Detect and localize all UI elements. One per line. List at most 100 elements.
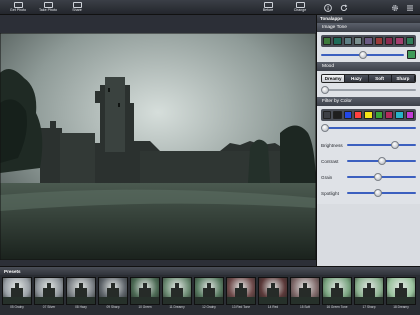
mood-option-dreamy[interactable]: Dreamy (322, 75, 346, 82)
color-swatch[interactable] (384, 37, 394, 45)
preset-item[interactable]: 17 Sharp (354, 277, 384, 311)
slider-knob[interactable] (321, 124, 329, 132)
share-label: Share (72, 8, 82, 12)
color-swatch[interactable] (405, 37, 414, 45)
top-toolbar: Get Photo Take Photo Share Before Change (0, 0, 420, 15)
slider-knob[interactable] (321, 86, 329, 94)
preset-item[interactable]: 09 Sharp (98, 277, 128, 311)
color-swatch[interactable] (343, 111, 352, 119)
preset-item[interactable]: 18 Dreamy (386, 277, 416, 311)
mood-segmented-control: Dreamy Hazy Soft Sharp (321, 74, 416, 83)
preset-strip: 05 Grainy 07 Silver 08 Hazy 09 Sharp 10 Gree… (0, 275, 420, 313)
mood-option-soft[interactable]: Soft (368, 75, 392, 82)
adjustment-row-contrast: Contrast (321, 153, 416, 169)
color-swatch[interactable] (364, 111, 373, 119)
preset-thumbnail (386, 277, 416, 305)
slider-knob[interactable] (391, 141, 400, 149)
preset-item[interactable]: 16 Green Tone (322, 277, 352, 311)
filter-by-color-section (317, 106, 420, 135)
preset-item[interactable]: 14 Red (258, 277, 288, 311)
get-photo-label: Get Photo (9, 8, 27, 12)
mood-header: Mood (317, 62, 420, 71)
color-swatch[interactable] (374, 111, 383, 119)
image-tone-slider[interactable] (321, 50, 404, 59)
grain-slider[interactable] (347, 173, 416, 181)
color-swatch[interactable] (343, 37, 352, 45)
slider-knob[interactable] (374, 189, 383, 197)
preset-item[interactable]: 07 Silver (34, 277, 64, 311)
gear-icon[interactable] (390, 3, 399, 12)
preset-item[interactable]: 13 Red Tone (226, 277, 256, 311)
share-button[interactable]: Share (67, 1, 87, 14)
refresh-icon[interactable] (339, 3, 348, 12)
preset-thumbnail (226, 277, 256, 305)
filter-by-color-header: Filter by Color (317, 97, 420, 106)
filter-color-swatches (321, 109, 416, 121)
preset-label: 18 Dreamy (393, 305, 409, 309)
mood-option-hazy[interactable]: Hazy (345, 75, 369, 82)
selected-tone-swatch[interactable] (407, 50, 416, 59)
change-label: Change (293, 8, 307, 12)
color-swatch[interactable] (323, 37, 332, 45)
preset-thumbnail (34, 277, 64, 305)
preset-label: 12 Grainy (202, 305, 216, 309)
color-swatch[interactable] (353, 111, 363, 119)
mood-option-sharp[interactable]: Sharp (391, 75, 415, 82)
change-button[interactable]: Change (290, 1, 310, 14)
color-swatch[interactable] (333, 111, 342, 119)
menu-icon[interactable] (405, 3, 414, 12)
slider-knob[interactable] (374, 173, 383, 181)
preset-item[interactable]: 12 Grainy (194, 277, 224, 311)
take-photo-label: Take Photo (39, 8, 57, 12)
presets-header: Presets (0, 266, 420, 275)
brightness-slider[interactable] (347, 141, 416, 149)
contrast-slider[interactable] (347, 157, 416, 165)
preset-item[interactable]: 11 Dreamy (162, 277, 192, 311)
preset-thumbnail (2, 277, 32, 305)
panel-title: Tonalapps (317, 15, 420, 23)
preset-item[interactable]: 08 Hazy (66, 277, 96, 311)
adjustment-row-spotlight: Spotlight (321, 185, 416, 201)
filter-slider[interactable] (321, 124, 416, 132)
info-icon[interactable] (323, 3, 332, 12)
slider-knob[interactable] (377, 157, 386, 165)
adjustment-row-brightness: Brightness (321, 137, 416, 153)
preset-thumbnail (98, 277, 128, 305)
preset-thumbnail (322, 277, 352, 305)
adjustment-label: Grain (321, 174, 333, 180)
get-photo-button[interactable]: Get Photo (8, 1, 28, 14)
before-button[interactable]: Before (259, 1, 277, 14)
preset-thumbnail (354, 277, 384, 305)
image-tone-header: Image Tone (317, 23, 420, 32)
color-swatch[interactable] (395, 37, 404, 45)
mood-slider[interactable] (321, 86, 416, 94)
slider-knob[interactable] (358, 50, 367, 59)
color-swatch[interactable] (323, 111, 332, 119)
color-swatch[interactable] (364, 37, 373, 45)
preset-thumbnail (290, 277, 320, 305)
preset-item[interactable]: 05 Grainy (2, 277, 32, 311)
preset-label: 09 Sharp (106, 305, 120, 309)
color-swatch[interactable] (384, 111, 394, 119)
preset-item[interactable]: 10 Green (130, 277, 160, 311)
photo-canvas (0, 15, 316, 266)
take-photo-button[interactable]: Take Photo (37, 1, 59, 14)
preset-label: 13 Red Tone (231, 305, 251, 309)
color-swatch[interactable] (353, 37, 363, 45)
image-tone-section (317, 32, 420, 62)
color-swatch[interactable] (374, 37, 383, 45)
adjustments-section: Brightness Contrast Grain Spotlight (317, 135, 420, 204)
preset-thumbnail (130, 277, 160, 305)
preset-thumbnail (162, 277, 192, 305)
spotlight-slider[interactable] (347, 189, 416, 197)
preset-thumbnail (194, 277, 224, 305)
adjustment-label: Contrast (321, 158, 339, 164)
color-swatch[interactable] (395, 111, 404, 119)
preset-label: 17 Sharp (362, 305, 376, 309)
preset-label: 16 Green Tone (326, 305, 348, 309)
edited-photo[interactable] (0, 33, 316, 260)
preset-thumbnail (258, 277, 288, 305)
color-swatch[interactable] (333, 37, 342, 45)
color-swatch[interactable] (405, 111, 414, 119)
preset-item[interactable]: 15 Soft (290, 277, 320, 311)
